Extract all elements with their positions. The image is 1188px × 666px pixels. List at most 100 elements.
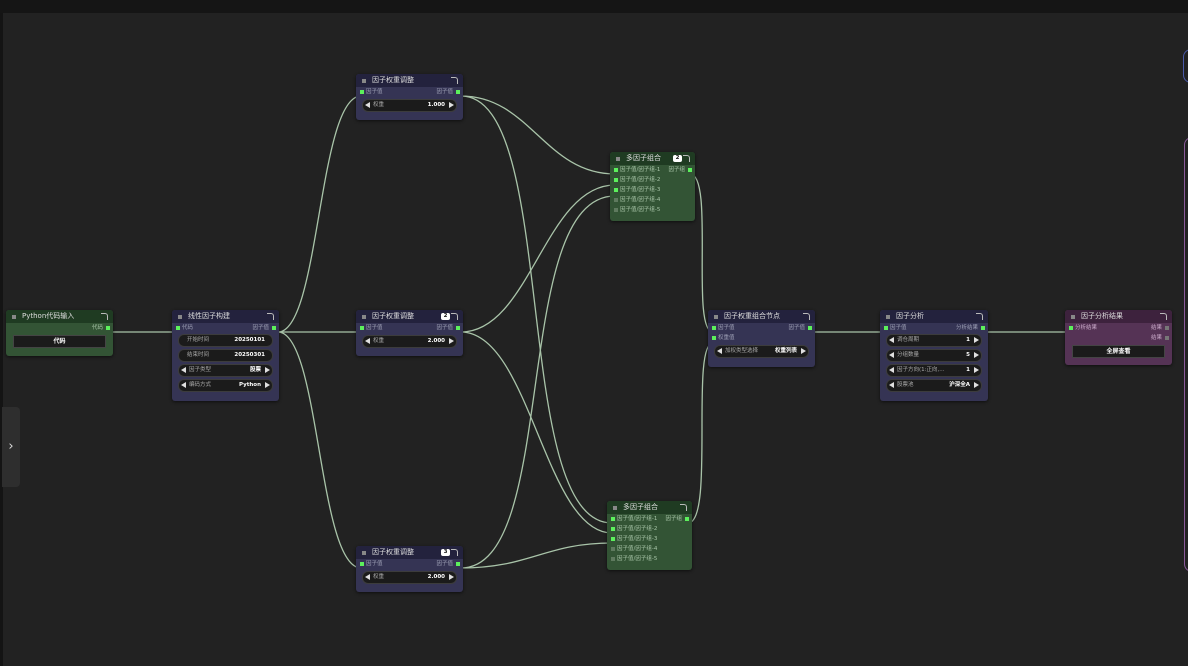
stock-pool-select[interactable]: 股票池 沪深全A [886, 379, 982, 392]
collapse-dot-icon[interactable] [362, 550, 366, 555]
collapse-dot-icon[interactable] [714, 314, 718, 319]
node-header[interactable]: 线性因子构建 [172, 310, 279, 323]
node-multi-factor-combo-2[interactable]: 多因子组合 因子值/因子组-1 因子组 因子值/因子组-2 因子值/因子组-3 … [607, 501, 692, 570]
output-port[interactable] [688, 168, 692, 172]
output-port[interactable] [106, 326, 110, 330]
arrow-right-icon[interactable] [974, 337, 979, 343]
refresh-icon[interactable] [1160, 313, 1167, 320]
arrow-right-icon[interactable] [265, 382, 270, 388]
input-port[interactable] [1069, 326, 1073, 330]
output-port[interactable] [808, 326, 812, 330]
output-port[interactable] [272, 326, 276, 330]
arrow-left-icon[interactable] [889, 352, 894, 358]
start-time-field[interactable]: 开始时间 20250101 [178, 334, 273, 347]
arrow-right-icon[interactable] [449, 338, 454, 344]
node-header[interactable]: 因子权重调整 2 [356, 310, 463, 323]
collapse-dot-icon[interactable] [886, 314, 890, 319]
arrow-right-icon[interactable] [449, 102, 454, 108]
output-port[interactable] [685, 517, 689, 521]
output-port[interactable] [456, 326, 460, 330]
collapse-dot-icon[interactable] [362, 78, 366, 83]
arrow-right-icon[interactable] [449, 574, 454, 580]
node-weight-combo[interactable]: 因子权重组合节点 因子值 因子值 权重值 加权类型选择 权重列表 [708, 310, 815, 367]
node-factor-analysis[interactable]: 因子分析 因子值 分析结果 调仓周期 1 分组数量 5 因子方向(1:正向,..… [880, 310, 988, 401]
collapse-dot-icon[interactable] [1071, 314, 1075, 319]
arrow-left-icon[interactable] [181, 367, 186, 373]
input-port[interactable] [611, 557, 615, 561]
input-port[interactable] [884, 326, 888, 330]
input-port[interactable] [611, 517, 615, 521]
refresh-icon[interactable] [451, 313, 458, 320]
arrow-right-icon[interactable] [801, 348, 806, 354]
arrow-left-icon[interactable] [889, 367, 894, 373]
node-header[interactable]: 因子分析 [880, 310, 988, 323]
input-port[interactable] [611, 547, 615, 551]
node-header[interactable]: 因子权重调整 3 [356, 546, 463, 559]
arrow-right-icon[interactable] [265, 367, 270, 373]
input-port[interactable] [360, 562, 364, 566]
rebalance-period-stepper[interactable]: 调仓周期 1 [886, 334, 982, 347]
input-port[interactable] [611, 527, 615, 531]
collapse-dot-icon[interactable] [178, 314, 182, 319]
group-count-stepper[interactable]: 分组数量 5 [886, 349, 982, 362]
node-python-input[interactable]: Python代码输入 代码 代码 [6, 310, 113, 356]
input-port[interactable] [176, 326, 180, 330]
output-port[interactable] [456, 90, 460, 94]
node-analysis-result[interactable]: 因子分析结果 分析结果 结果 结果 全屏查看 [1065, 310, 1172, 365]
arrow-left-icon[interactable] [365, 102, 370, 108]
fullscreen-view-button[interactable]: 全屏查看 [1072, 345, 1165, 358]
code-button[interactable]: 代码 [13, 335, 106, 348]
refresh-icon[interactable] [680, 504, 687, 511]
collapse-dot-icon[interactable] [362, 314, 366, 319]
input-port[interactable] [614, 188, 618, 192]
input-port[interactable] [614, 178, 618, 182]
refresh-icon[interactable] [451, 77, 458, 84]
node-header[interactable]: 多因子组合 2 [610, 152, 695, 165]
node-weight-adjust-2[interactable]: 因子权重调整 2 因子值 因子值 权重 2.000 [356, 310, 463, 356]
input-port[interactable] [611, 537, 615, 541]
weight-type-select[interactable]: 加权类型选择 权重列表 [714, 345, 809, 358]
refresh-icon[interactable] [976, 313, 983, 320]
encoding-select[interactable]: 编码方式 Python [178, 379, 273, 392]
node-header[interactable]: 因子权重调整 [356, 74, 463, 87]
refresh-icon[interactable] [267, 313, 274, 320]
refresh-icon[interactable] [683, 155, 690, 162]
arrow-left-icon[interactable] [365, 574, 370, 580]
output-port[interactable] [981, 326, 985, 330]
arrow-right-icon[interactable] [974, 382, 979, 388]
factor-type-select[interactable]: 因子类型 股票 [178, 364, 273, 377]
node-multi-factor-combo-1[interactable]: 多因子组合 2 因子值/因子组-1 因子组 因子值/因子组-2 因子值/因子组-… [610, 152, 695, 221]
node-header[interactable]: 因子权重组合节点 [708, 310, 815, 323]
collapse-dot-icon[interactable] [12, 314, 16, 319]
input-port[interactable] [712, 326, 716, 330]
refresh-icon[interactable] [451, 549, 458, 556]
weight-stepper[interactable]: 权重 1.000 [362, 99, 457, 112]
factor-direction-stepper[interactable]: 因子方向(1:正向,... 1 [886, 364, 982, 377]
refresh-icon[interactable] [803, 313, 810, 320]
weight-stepper[interactable]: 权重 2.000 [362, 571, 457, 584]
node-header[interactable]: Python代码输入 [6, 310, 113, 323]
arrow-left-icon[interactable] [889, 337, 894, 343]
input-port[interactable] [614, 198, 618, 202]
refresh-icon[interactable] [101, 313, 108, 320]
sidebar-expand-button[interactable]: › [2, 407, 20, 487]
input-port[interactable] [614, 168, 618, 172]
end-time-field[interactable]: 结束时间 20250301 [178, 349, 273, 362]
arrow-right-icon[interactable] [974, 352, 979, 358]
arrow-left-icon[interactable] [889, 382, 894, 388]
output-port[interactable] [1165, 326, 1169, 330]
node-weight-adjust-3[interactable]: 因子权重调整 3 因子值 因子值 权重 2.000 [356, 546, 463, 592]
node-header[interactable]: 因子分析结果 [1065, 310, 1172, 323]
collapse-dot-icon[interactable] [616, 156, 620, 161]
weight-stepper[interactable]: 权重 2.000 [362, 335, 457, 348]
input-port[interactable] [712, 336, 716, 340]
arrow-right-icon[interactable] [974, 367, 979, 373]
input-port[interactable] [614, 208, 618, 212]
input-port[interactable] [360, 90, 364, 94]
arrow-left-icon[interactable] [717, 348, 722, 354]
collapse-dot-icon[interactable] [613, 505, 617, 510]
output-port[interactable] [456, 562, 460, 566]
arrow-left-icon[interactable] [365, 338, 370, 344]
node-header[interactable]: 多因子组合 [607, 501, 692, 514]
node-weight-adjust-1[interactable]: 因子权重调整 因子值 因子值 权重 1.000 [356, 74, 463, 120]
